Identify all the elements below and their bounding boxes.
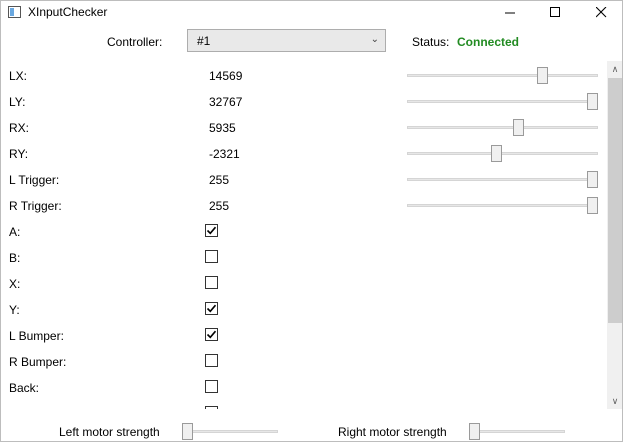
checkmark-icon: [206, 226, 217, 235]
button-checkbox-start[interactable]: [205, 406, 218, 409]
axis-value-ly: 32767: [209, 95, 243, 109]
checkmark-icon: [206, 304, 217, 313]
scrollbar-thumb[interactable]: [608, 78, 622, 323]
axis-label-lx: LX:: [9, 69, 28, 83]
axis-value-rx: 5935: [209, 121, 236, 135]
axis-value-lx: 14569: [209, 69, 243, 83]
left-motor-label: Left motor strength: [59, 425, 160, 439]
slider-thumb[interactable]: [587, 93, 598, 110]
close-icon: [595, 6, 606, 18]
button-checkbox-r-bumper[interactable]: [205, 354, 218, 367]
axis-label-rx: RX:: [9, 121, 30, 135]
status-value: Connected: [457, 35, 520, 49]
button-label-y: Y:: [9, 303, 20, 317]
right-motor-label: Right motor strength: [338, 425, 447, 439]
slider-thumb[interactable]: [469, 423, 480, 440]
button-label-b: B:: [9, 251, 21, 265]
controller-select[interactable]: #1 ⌄: [187, 29, 386, 52]
axis-label-l-trigger: L Trigger:: [9, 173, 60, 187]
minimize-icon: [504, 12, 515, 14]
right-motor-slider[interactable]: [469, 421, 565, 441]
axis-slider-rx[interactable]: [407, 117, 598, 137]
axis-slider-r-trigger[interactable]: [407, 195, 598, 215]
axis-slider-l-trigger[interactable]: [407, 169, 598, 189]
slider-thumb[interactable]: [513, 119, 524, 136]
app-window: XInputChecker Controller: #1 ⌄ Status: C…: [0, 0, 623, 442]
maximize-button[interactable]: [532, 1, 578, 25]
slider-thumb[interactable]: [587, 171, 598, 188]
input-panel: LX: 14569 LY: 32767 RX: 5935 RY: -2321 L…: [1, 61, 622, 409]
axis-label-r-trigger: R Trigger:: [9, 199, 62, 213]
axis-label-ry: RY:: [9, 147, 29, 161]
slider-thumb[interactable]: [491, 145, 502, 162]
app-icon: [8, 6, 21, 18]
chevron-down-icon: ⌄: [370, 34, 379, 45]
slider-thumb[interactable]: [587, 197, 598, 214]
axis-slider-ry[interactable]: [407, 143, 598, 163]
slider-thumb[interactable]: [182, 423, 193, 440]
button-label-a: A:: [9, 225, 21, 239]
button-checkbox-back[interactable]: [205, 380, 218, 393]
button-checkbox-x[interactable]: [205, 276, 218, 289]
axis-value-l-trigger: 255: [209, 173, 230, 187]
axis-slider-lx[interactable]: [407, 65, 598, 85]
slider-thumb[interactable]: [537, 67, 548, 84]
checkmark-icon: [206, 330, 217, 339]
axis-value-r-trigger: 255: [209, 199, 230, 213]
axis-value-ry: -2321: [209, 147, 240, 161]
title-bar: XInputChecker: [1, 1, 622, 25]
status-label: Status:: [412, 35, 450, 49]
controller-select-value: #1: [197, 34, 211, 48]
button-checkbox-y[interactable]: [205, 302, 218, 315]
button-checkbox-l-bumper[interactable]: [205, 328, 218, 341]
button-label-back: Back:: [9, 381, 40, 395]
button-checkbox-a[interactable]: [205, 224, 218, 237]
button-label-l-bumper: L Bumper:: [9, 329, 64, 343]
close-button[interactable]: [578, 1, 622, 25]
scroll-up-arrow-icon[interactable]: ∧: [607, 61, 622, 77]
controller-label: Controller:: [107, 35, 163, 49]
axis-slider-ly[interactable]: [407, 91, 598, 111]
vertical-scrollbar[interactable]: ∧ ∨: [607, 61, 622, 409]
button-label-r-bumper: R Bumper:: [9, 355, 67, 369]
button-label-x: X:: [9, 277, 21, 291]
scroll-down-arrow-icon[interactable]: ∨: [607, 393, 622, 409]
axis-label-ly: LY:: [9, 95, 26, 109]
maximize-icon: [549, 7, 560, 17]
window-title: XInputChecker: [28, 5, 108, 19]
left-motor-slider[interactable]: [182, 421, 278, 441]
button-checkbox-b[interactable]: [205, 250, 218, 263]
minimize-button[interactable]: [487, 1, 533, 25]
